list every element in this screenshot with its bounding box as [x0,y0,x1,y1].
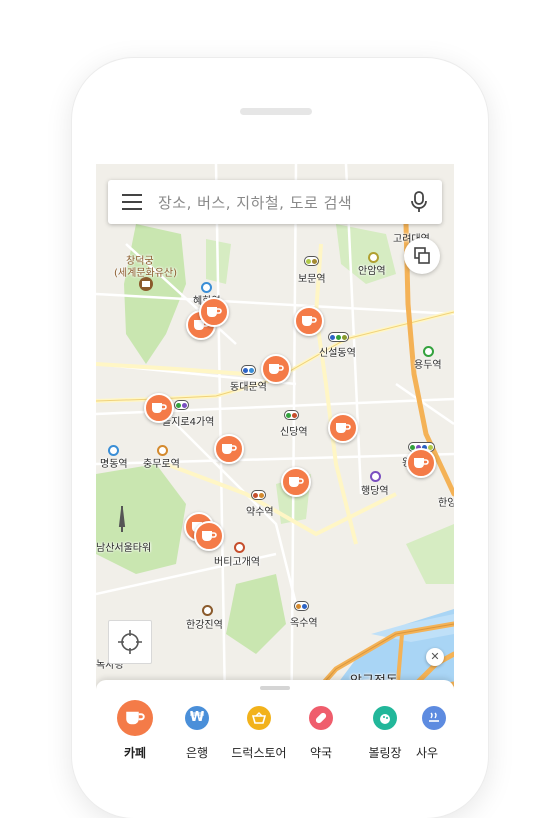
cafe-pin[interactable] [281,467,311,497]
station-hangangjin[interactable] [202,605,213,616]
label-hangangjin: 한강진역 [186,620,223,631]
cafe-pin[interactable] [261,354,291,384]
cafe-pin[interactable] [214,434,244,464]
category-label: 약국 [309,746,333,760]
label-dongdaemun: 동대문역 [230,382,267,393]
label-namsan-tower: 남산서울타워 [96,543,152,554]
category-sheet: 카페 ₩ 은행 드럭스토어 약국 볼링장 사우 [96,680,454,764]
label-yongdu: 용두역 [414,360,442,371]
label-sindang: 신당역 [280,427,308,438]
category-bank[interactable]: ₩ 은행 [162,700,232,761]
category-label: 볼링장 [368,746,402,760]
station-haengdang[interactable] [370,471,381,482]
coffee-cup-icon [302,316,317,326]
phone-speaker [240,108,312,115]
coffee-cup-icon [222,444,237,454]
shopping-basket-icon [247,706,271,730]
station-euljiro4[interactable] [174,400,189,410]
search-placeholder[interactable]: 장소, 버스, 지하철, 도로 검색 [158,192,352,213]
station-dongdaemun[interactable] [241,365,256,375]
sauna-icon [422,706,446,730]
category-label: 은행 [185,746,209,760]
cafe-pin[interactable] [406,448,436,478]
station-yaksu[interactable] [251,490,266,500]
hamburger-icon[interactable] [122,194,142,210]
cafe-pin[interactable] [194,521,224,551]
label-anam: 안암역 [358,266,386,277]
label-myeongdong: 명동역 [100,459,128,470]
cafe-pin[interactable] [144,393,174,423]
close-icon[interactable]: ✕ [426,648,444,666]
station-beotigogae[interactable] [234,542,245,553]
label-yaksu: 약수역 [246,507,274,518]
current-location-button[interactable] [108,620,152,664]
category-label: 사우 [416,746,439,760]
pill-icon [309,706,333,730]
station-oksu[interactable] [294,601,309,611]
category-label: 카페 [123,746,147,760]
crosshair-icon [118,630,142,654]
category-drugstore[interactable]: 드럭스토어 [224,700,294,761]
label-hanyang: 한양 [438,498,454,509]
layers-button[interactable] [404,238,440,274]
coffee-cup-icon [202,531,217,541]
sheet-handle[interactable] [260,686,290,690]
microphone-icon[interactable] [410,191,428,213]
category-cafe[interactable]: 카페 [100,700,170,761]
label-oksu: 옥수역 [290,618,318,629]
cafe-pin[interactable] [328,413,358,443]
cafe-pin[interactable] [199,297,229,327]
label-changdeokgung-sub: (세계문화유산) [114,268,178,279]
cafe-pin[interactable] [294,306,324,336]
station-sindang[interactable] [284,410,299,420]
coffee-cup-icon [336,423,351,433]
label-beotigogae: 버티고개역 [214,557,260,568]
label-sinseol: 신설동역 [319,348,356,359]
coffee-cup-icon [117,700,153,736]
coffee-cup-icon [414,458,429,468]
search-bar[interactable]: 장소, 버스, 지하철, 도로 검색 [108,180,442,224]
category-label: 드럭스토어 [231,746,287,760]
label-chungmuro: 충무로역 [143,459,180,470]
coffee-cup-icon [207,307,222,317]
category-bowling[interactable]: 볼링장 [350,700,420,761]
label-bomun: 보문역 [298,274,326,285]
label-haengdang: 행당역 [361,486,389,497]
coffee-cup-icon [269,364,284,374]
bowling-icon [373,706,397,730]
category-pharmacy[interactable]: 약국 [286,700,356,761]
station-sinseol[interactable] [328,332,349,342]
coffee-cup-icon [152,403,167,413]
station-bomun[interactable] [304,256,319,266]
category-sauna[interactable]: 사우 [412,700,454,761]
won-sign-icon: ₩ [185,706,209,730]
layers-icon [414,247,430,264]
map-screen[interactable]: 창덕궁 (세계문화유산) 고려대역 보문역 안암역 혜화역 신설동역 용두역 동… [96,164,454,764]
coffee-cup-icon [289,477,304,487]
